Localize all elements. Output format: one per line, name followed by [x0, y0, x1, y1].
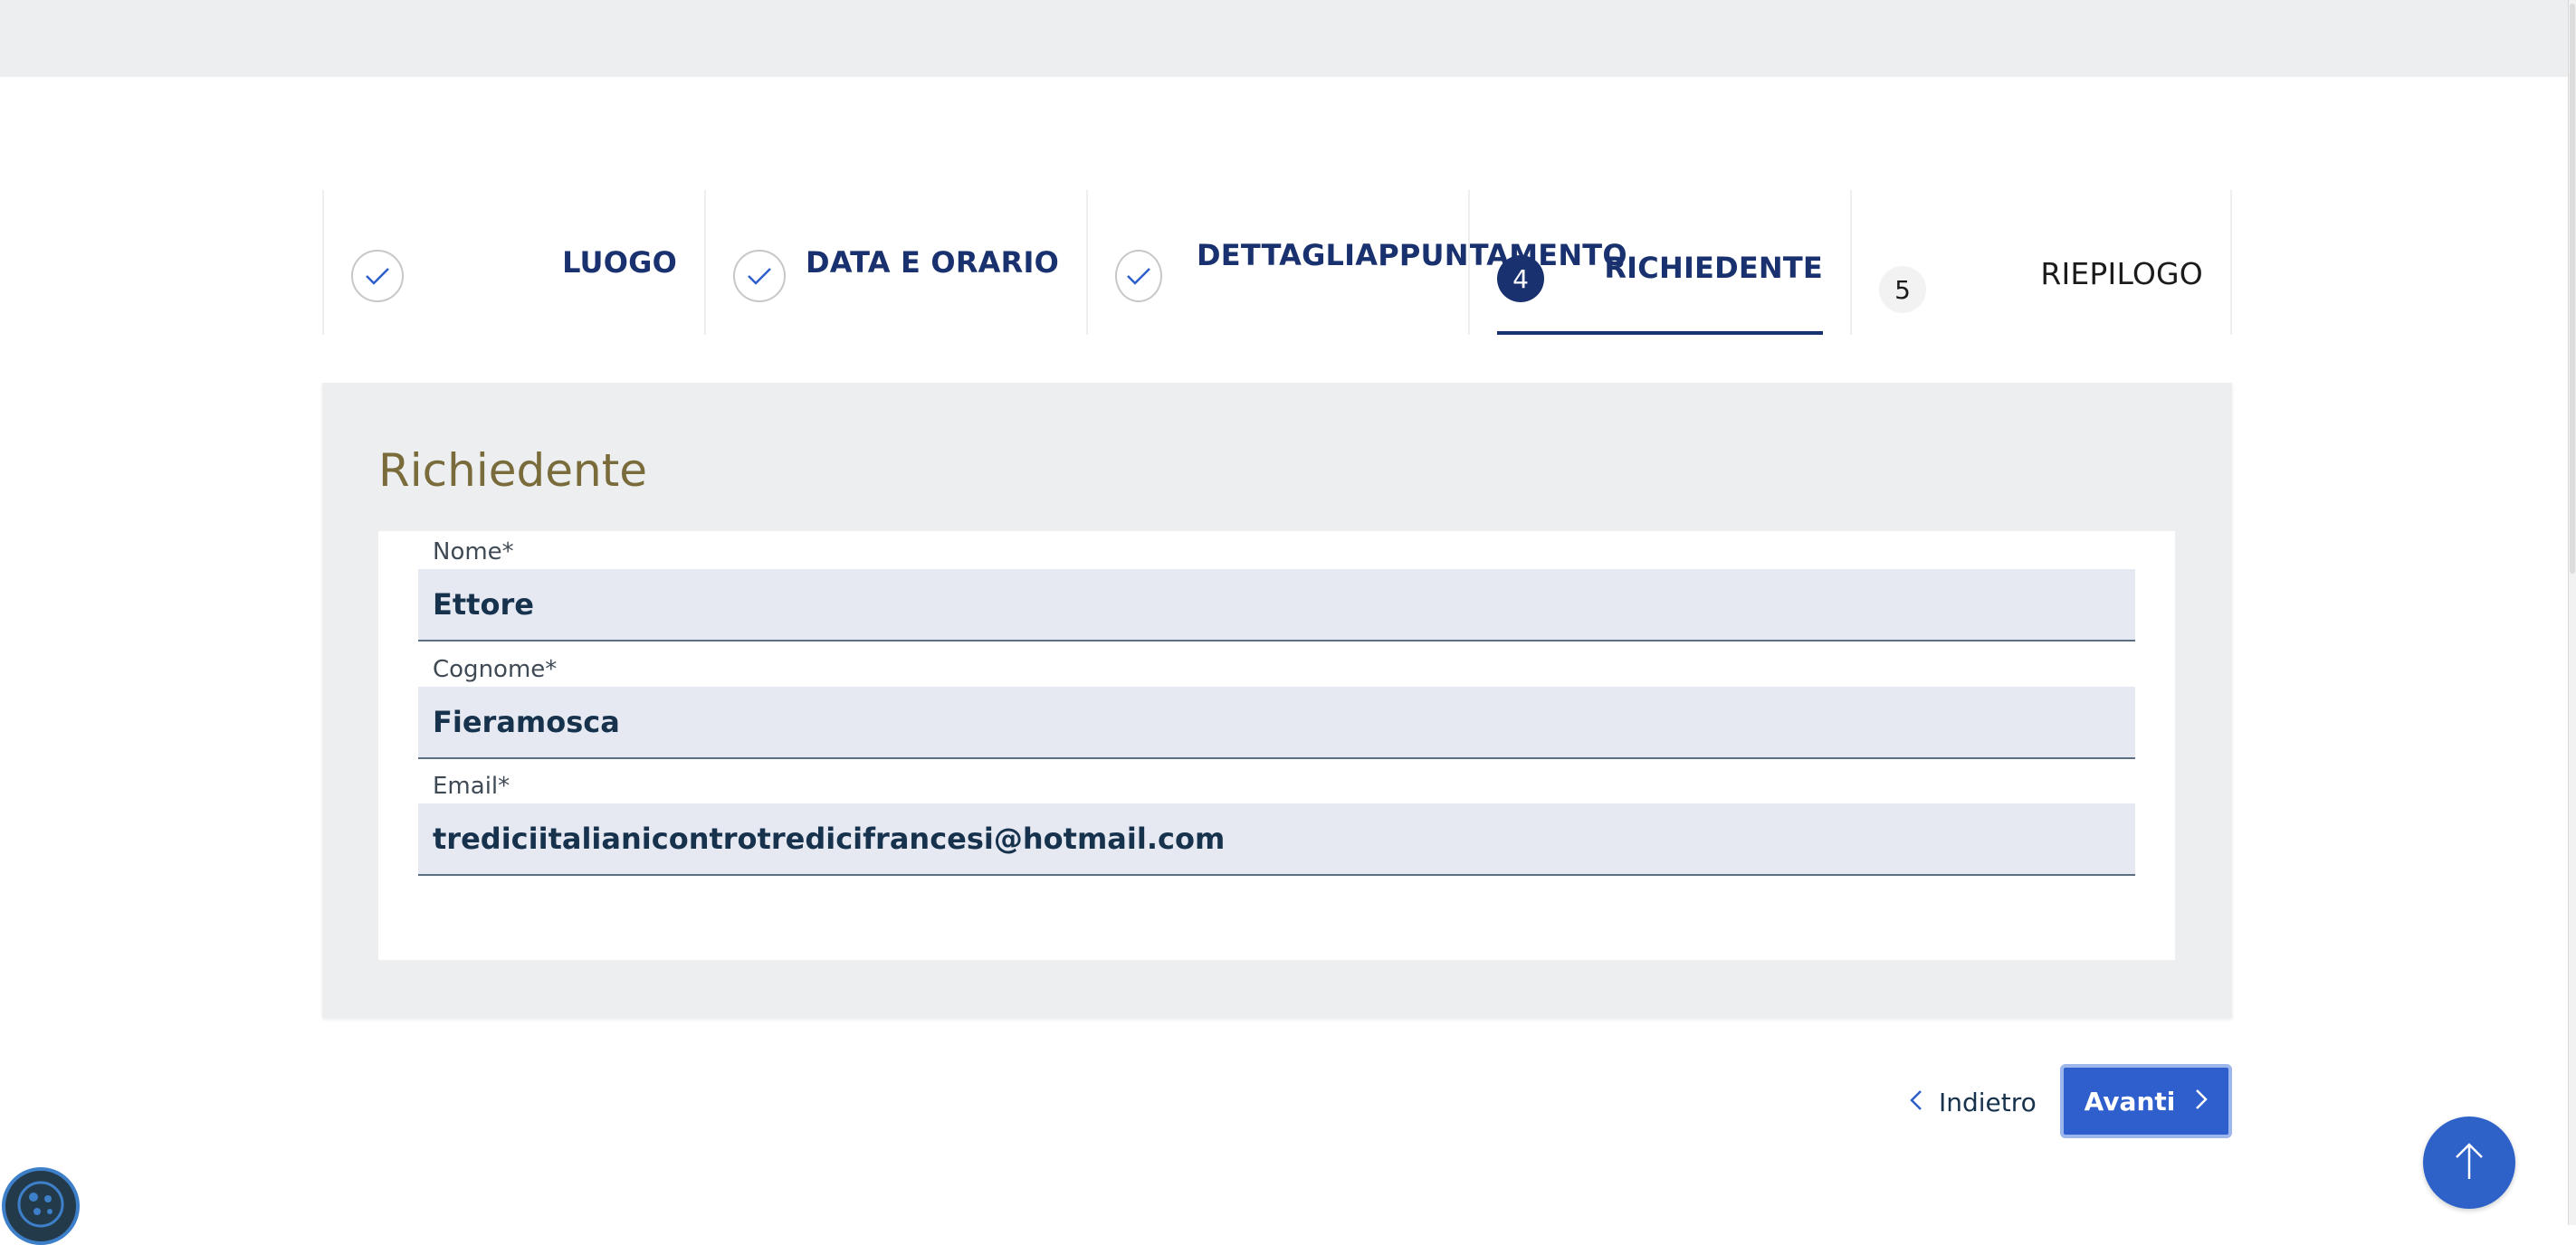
back-to-top-button[interactable] — [2423, 1117, 2515, 1209]
email-label: Email* — [433, 773, 510, 800]
cognome-input[interactable] — [418, 687, 2135, 759]
step-luogo[interactable]: LUOGO — [322, 190, 704, 335]
step-riepilogo[interactable]: 5 RIEPILOGO — [1850, 190, 2232, 335]
nome-input[interactable] — [418, 569, 2135, 642]
cookie-settings-button[interactable] — [2, 1167, 80, 1245]
back-button[interactable]: Indietro — [1901, 1077, 2046, 1127]
cookie-icon — [14, 1177, 68, 1235]
richiedente-panel: Richiedente Nome* Cognome* Email* — [322, 383, 2232, 1018]
check-icon — [351, 250, 404, 302]
cognome-label: Cognome* — [433, 656, 558, 683]
step-richiedente[interactable]: 4 RICHIEDENTE — [1468, 190, 1850, 335]
step-label: RIEPILOGO — [2040, 255, 2203, 291]
check-icon — [733, 250, 786, 302]
nome-label: Nome* — [433, 538, 514, 565]
email-input[interactable] — [418, 803, 2135, 876]
step-data-e-orario[interactable]: DATA E ORARIO — [704, 190, 1086, 335]
scrollbar-thumb[interactable] — [2570, 4, 2575, 574]
chevron-left-icon — [1910, 1088, 1922, 1117]
arrow-up-icon — [2454, 1141, 2485, 1184]
progress-stepper: LUOGO DATA E ORARIO DETTAGLI APPUNTAMENT… — [322, 190, 2232, 335]
step-number: 5 — [1879, 266, 1926, 313]
step-label: LUOGO — [562, 245, 677, 280]
back-button-label: Indietro — [1939, 1087, 2037, 1117]
step-number: 4 — [1497, 255, 1544, 302]
next-button[interactable]: Avanti — [2060, 1064, 2232, 1138]
step-label-line: DETTAGLI — [1197, 238, 1356, 272]
page-scrollbar[interactable] — [2568, 0, 2576, 1225]
panel-title: Richiedente — [378, 444, 648, 497]
check-icon — [1115, 250, 1162, 302]
step-label: RICHIEDENTE — [1604, 251, 1823, 285]
chevron-right-icon — [2195, 1087, 2209, 1117]
form-card: Nome* Cognome* Email* — [378, 531, 2175, 960]
active-step-underline — [1497, 331, 1823, 335]
step-label: DATA E ORARIO — [805, 245, 1059, 280]
step-dettagli-appuntamento[interactable]: DETTAGLI APPUNTAMENTO — [1086, 190, 1627, 335]
next-button-label: Avanti — [2084, 1086, 2176, 1117]
top-header-bar — [0, 0, 2576, 77]
